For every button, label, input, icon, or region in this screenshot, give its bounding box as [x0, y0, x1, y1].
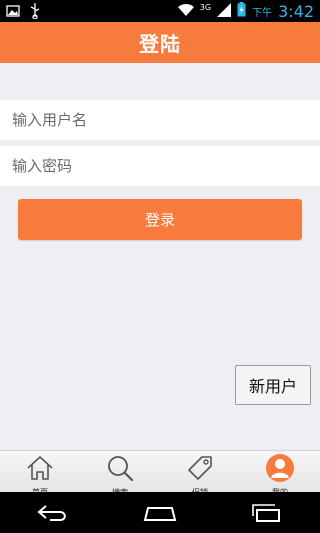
password-field [0, 146, 320, 186]
page-title: 登陆 [0, 22, 320, 63]
network-type-label: 3G [199, 3, 212, 12]
system-nav-bar [0, 492, 320, 533]
usb-icon [30, 3, 40, 23]
tab-home[interactable]: 首页 [0, 451, 80, 497]
image-notification-icon [6, 3, 20, 23]
tab-bar: 首页 搜索 促销 我的 [0, 450, 320, 497]
home-icon [25, 453, 55, 487]
new-user-button[interactable]: 新用户 [235, 365, 311, 405]
tab-mine[interactable]: 我的 [240, 451, 320, 497]
wifi-icon [177, 2, 194, 21]
user-icon [265, 453, 295, 487]
status-bar: 3G 下午 3:42 [0, 0, 320, 22]
search-icon [105, 453, 135, 487]
password-input[interactable] [10, 156, 314, 176]
signal-icon [217, 2, 232, 21]
battery-icon [237, 1, 246, 21]
tab-promotions[interactable]: 促销 [160, 451, 240, 497]
login-button[interactable]: 登录 [18, 199, 302, 240]
ampm-label: 下午 [252, 7, 273, 19]
tag-icon [185, 453, 215, 487]
clock: 3:42 [278, 1, 314, 21]
back-icon[interactable] [36, 503, 70, 523]
tab-search[interactable]: 搜索 [80, 451, 160, 497]
username-field [0, 100, 320, 140]
home-nav-icon[interactable] [143, 503, 177, 523]
recent-apps-icon[interactable] [250, 503, 284, 523]
username-input[interactable] [10, 110, 314, 130]
